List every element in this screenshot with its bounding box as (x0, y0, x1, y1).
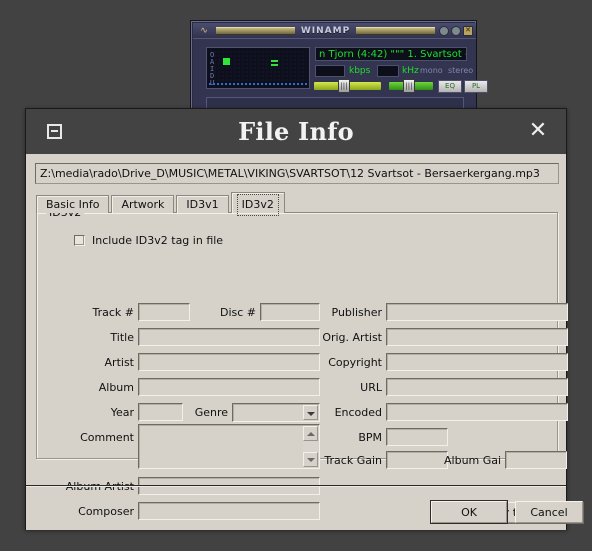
winamp-window[interactable]: ∿ WINAMP ✕ O A I D U n Tjorn (4:42) """ … (191, 21, 488, 113)
genre-combobox[interactable] (232, 403, 320, 422)
close-icon[interactable]: ✕ (526, 120, 550, 144)
tab-basic-info[interactable]: Basic Info (36, 195, 110, 213)
track-gain-label: Track Gain (324, 454, 382, 467)
album-input[interactable] (138, 378, 320, 396)
winamp-balance-slider[interactable]: ||| (389, 79, 433, 93)
disc-label: Disc # (219, 306, 256, 319)
winamp-body: O A I D U n Tjorn (4:42) """ 1. Svartsot… (193, 38, 488, 113)
dialog-body: Z:\media\rado\Drive_D\MUSIC\METAL\VIKING… (26, 154, 583, 530)
track-input[interactable] (138, 303, 190, 321)
cancel-button[interactable]: Cancel (515, 501, 583, 523)
title-input[interactable] (138, 328, 320, 346)
titlebar-stripe-right (356, 26, 436, 35)
copyright-label: Copyright (328, 356, 382, 369)
winamp-logo-icon: ∿ (200, 25, 208, 36)
include-id3v2-checkbox[interactable] (74, 235, 85, 246)
winamp-mono-indicator: mono (420, 66, 443, 75)
winamp-playlist-button[interactable]: PL (464, 80, 488, 93)
winamp-khz-readout (377, 65, 399, 77)
comment-textarea[interactable] (138, 424, 320, 469)
winamp-eq-button[interactable]: EQ (438, 80, 462, 93)
minimize-icon[interactable] (47, 124, 62, 139)
tab-id3v1[interactable]: ID3v1 (176, 195, 229, 213)
visualizer-blip-2 (271, 60, 278, 62)
year-input[interactable] (138, 403, 183, 421)
genre-label: Genre (194, 406, 228, 419)
tab-artwork-label: Artwork (121, 198, 165, 211)
dialog-titlebar[interactable]: File Info ✕ (26, 109, 566, 154)
tab-bar[interactable]: Basic Info Artwork ID3v1 ID3v2 (36, 192, 287, 216)
tab-artwork[interactable]: Artwork (111, 195, 175, 213)
bpm-input[interactable] (386, 428, 448, 446)
track-gain-input[interactable] (386, 451, 448, 469)
winamp-kbps-label: kbps (349, 66, 371, 76)
year-label: Year (110, 406, 134, 419)
file-info-dialog: File Info ✕ Z:\media\rado\Drive_D\MUSIC\… (25, 108, 583, 530)
publisher-input[interactable] (386, 303, 568, 321)
winamp-window-buttons[interactable]: ✕ (439, 25, 474, 36)
winamp-track-title: n Tjorn (4:42) """ 1. Svartsot - H (315, 47, 467, 61)
visualizer-blip-3 (271, 64, 278, 66)
file-path-field[interactable]: Z:\media\rado\Drive_D\MUSIC\METAL\VIKING… (35, 163, 559, 184)
titlebar-stripe-left (216, 26, 295, 35)
tab-basic-info-label: Basic Info (46, 198, 100, 211)
visualizer-baseline (209, 83, 307, 85)
visualizer-grid (209, 50, 307, 86)
cancel-button-label: Cancel (530, 505, 568, 519)
balance-slider-knob[interactable]: ||| (403, 79, 415, 93)
winamp-minimize-icon[interactable] (439, 25, 450, 36)
include-id3v2-label: Include ID3v2 tag in file (92, 234, 224, 247)
comment-label: Comment (80, 431, 134, 444)
bpm-label: BPM (358, 431, 382, 444)
visualizer-side-letters: O A I D U (210, 51, 215, 87)
artist-input[interactable] (138, 353, 320, 371)
encoded-input[interactable] (386, 403, 568, 421)
copyright-input[interactable] (386, 353, 568, 371)
title-label: Title (110, 331, 134, 344)
artist-label: Artist (104, 356, 134, 369)
composer-input[interactable] (138, 502, 320, 520)
winamp-stereo-indicator: stereo (448, 66, 474, 75)
encoded-label: Encoded (334, 406, 382, 419)
album-gain-label: Album Gain (444, 454, 501, 467)
footer-separator-highlight (26, 486, 566, 487)
ok-button-label: OK (461, 505, 477, 519)
track-label: Track # (92, 306, 135, 319)
visualizer-blip-1 (223, 58, 230, 65)
winamp-shade-icon[interactable] (451, 25, 462, 36)
winamp-khz-label: kHz (402, 66, 419, 76)
volume-slider-knob[interactable]: ||| (338, 79, 350, 93)
album-label: Album (98, 381, 134, 394)
winamp-kbps-readout (315, 65, 345, 77)
dialog-title: File Info (238, 117, 354, 146)
tab-id3v1-label: ID3v1 (186, 198, 219, 211)
url-label: URL (360, 381, 382, 394)
disc-input[interactable] (260, 303, 320, 321)
screen: ∿ WINAMP ✕ O A I D U n Tjorn (4:42) """ … (0, 0, 592, 551)
winamp-close-icon[interactable]: ✕ (463, 25, 474, 36)
orig-artist-input[interactable] (386, 328, 568, 346)
winamp-titlebar[interactable]: ∿ WINAMP ✕ (193, 23, 476, 38)
orig-artist-label: Orig. Artist (322, 331, 382, 344)
winamp-title: WINAMP (300, 25, 351, 36)
album-gain-input[interactable] (505, 451, 567, 469)
tab-id3v2[interactable]: ID3v2 (230, 192, 285, 216)
winamp-volume-slider[interactable]: ||| (314, 79, 381, 93)
composer-label: Composer (78, 505, 134, 518)
include-id3v2-checkbox-row[interactable]: Include ID3v2 tag in file (74, 234, 223, 247)
url-input[interactable] (386, 378, 568, 396)
winamp-visualizer[interactable]: O A I D U (206, 47, 310, 89)
tab-id3v2-label: ID3v2 (236, 194, 279, 216)
publisher-label: Publisher (331, 306, 383, 319)
ok-button[interactable]: OK (431, 501, 507, 523)
